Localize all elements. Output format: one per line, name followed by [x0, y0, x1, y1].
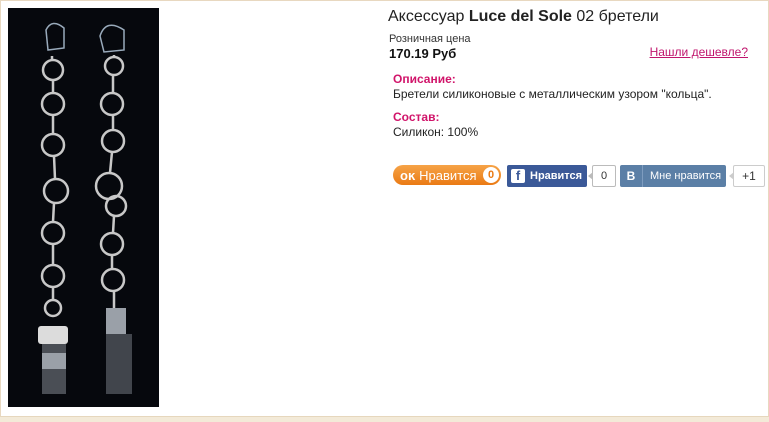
odnoklassniki-like-button[interactable]: ᴏĸ Нравится 0	[393, 165, 501, 185]
ok-like-label: Нравится	[419, 167, 477, 183]
ok-like-count: 0	[483, 167, 499, 183]
composition-text: Силикон: 100%	[393, 125, 479, 139]
facebook-like-button[interactable]: f Нравится	[507, 165, 587, 187]
footer-divider	[0, 416, 769, 422]
facebook-icon: f	[511, 169, 525, 183]
description-text: Бретели силиконовые с металлическим узор…	[393, 87, 712, 101]
price-value: 170.19 Руб	[389, 46, 457, 61]
fb-like-label: Нравится	[530, 170, 583, 182]
product-photo-graphic	[8, 8, 159, 407]
found-cheaper-link[interactable]: Нашли дешевле?	[650, 45, 748, 59]
product-image[interactable]	[8, 8, 159, 407]
vkontakte-icon: В	[620, 165, 643, 187]
fb-like-count: 0	[592, 165, 616, 187]
title-suffix: 02 бретели	[571, 8, 659, 25]
product-title: Аксессуар Luce del Sole 02 бретели	[388, 8, 659, 26]
price-label: Розничная цена	[389, 33, 471, 45]
vk-like-label: Мне нравится	[650, 170, 722, 182]
odnoklassniki-icon: ᴏĸ	[400, 167, 416, 183]
title-brand: Luce del Sole	[468, 8, 572, 25]
title-prefix: Аксессуар	[388, 8, 469, 25]
vkontakte-like-button[interactable]: В Мне нравится	[620, 165, 726, 187]
google-plus-button[interactable]: +1	[733, 165, 765, 187]
description-label: Описание:	[393, 72, 456, 86]
composition-label: Состав:	[393, 110, 440, 124]
